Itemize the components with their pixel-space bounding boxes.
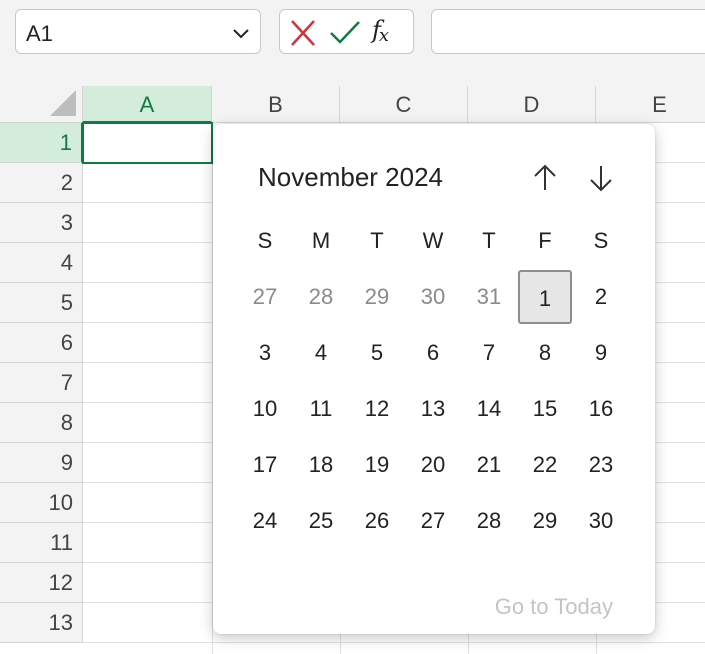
date-picker-popup: November 2024 Go to Today S M T W T F S 27 28 29 3…: [213, 124, 655, 634]
calendar-day[interactable]: 27: [238, 270, 292, 324]
weekday-header: S: [593, 228, 609, 253]
calendar-day[interactable]: 28: [462, 494, 516, 548]
row-header-9[interactable]: 9: [0, 443, 83, 483]
weekday-header: F: [538, 228, 552, 253]
row-header-13[interactable]: 13: [0, 603, 83, 643]
formula-buttons: fx: [279, 9, 414, 54]
name-box[interactable]: A1: [15, 9, 261, 54]
calendar-day[interactable]: 28: [294, 270, 348, 324]
calendar-day[interactable]: 20: [406, 438, 460, 492]
chevron-down-icon[interactable]: [230, 22, 252, 44]
month-title: November 2024: [258, 162, 443, 192]
calendar-day[interactable]: 27: [406, 494, 460, 548]
enter-checkmark-icon[interactable]: [328, 18, 362, 48]
go-to-today-link[interactable]: Go to Today: [495, 594, 613, 620]
row-header-3[interactable]: 3: [0, 203, 83, 243]
calendar-day[interactable]: 6: [406, 326, 460, 380]
row-header-2[interactable]: 2: [0, 163, 83, 203]
row-header-8[interactable]: 8: [0, 403, 83, 443]
row-header-5[interactable]: 5: [0, 283, 83, 323]
formula-bar: A1 fx: [0, 0, 705, 66]
row-gridline: [83, 642, 705, 643]
calendar-day[interactable]: 9: [574, 326, 628, 380]
calendar-day[interactable]: 17: [238, 438, 292, 492]
calendar-day[interactable]: 5: [350, 326, 404, 380]
select-all-corner[interactable]: [0, 86, 83, 123]
calendar-day[interactable]: 21: [462, 438, 516, 492]
calendar-day[interactable]: 2: [574, 270, 628, 324]
next-month-arrow-down-icon[interactable]: [583, 160, 619, 196]
row-header-7[interactable]: 7: [0, 363, 83, 403]
calendar-day[interactable]: 18: [294, 438, 348, 492]
cancel-icon[interactable]: [286, 18, 320, 48]
calendar-day[interactable]: 31: [462, 270, 516, 324]
calendar-day[interactable]: 29: [350, 270, 404, 324]
fx-icon-sub: x: [378, 25, 390, 46]
select-all-triangle-icon[interactable]: [50, 90, 76, 116]
calendar-day[interactable]: 23: [574, 438, 628, 492]
column-header-e[interactable]: E: [596, 86, 705, 123]
weekday-header: M: [311, 228, 331, 253]
calendar-day[interactable]: 15: [518, 382, 572, 436]
name-box-value: A1: [26, 21, 53, 46]
column-header-b[interactable]: B: [212, 86, 340, 123]
calendar-day[interactable]: 26: [350, 494, 404, 548]
calendar-day[interactable]: 16: [574, 382, 628, 436]
calendar-day[interactable]: 11: [294, 382, 348, 436]
calendar-day[interactable]: 29: [518, 494, 572, 548]
row-header-12[interactable]: 12: [0, 563, 83, 603]
weekday-header: T: [370, 228, 384, 253]
calendar-day[interactable]: 12: [350, 382, 404, 436]
calendar-day[interactable]: 14: [462, 382, 516, 436]
calendar-day[interactable]: 19: [350, 438, 404, 492]
calendar-day[interactable]: 10: [238, 382, 292, 436]
row-header-1[interactable]: 1: [0, 123, 83, 163]
weekday-header: S: [257, 228, 273, 253]
weekday-header: W: [422, 228, 444, 253]
calendar-day[interactable]: 22: [518, 438, 572, 492]
row-header-6[interactable]: 6: [0, 323, 83, 363]
calendar-day[interactable]: 13: [406, 382, 460, 436]
column-header-d[interactable]: D: [468, 86, 596, 123]
calendar-day[interactable]: 7: [462, 326, 516, 380]
row-header-11[interactable]: 11: [0, 523, 83, 563]
insert-function-button[interactable]: fx: [372, 16, 406, 46]
calendar-day[interactable]: 30: [574, 494, 628, 548]
weekday-header: T: [482, 228, 496, 253]
column-header-c[interactable]: C: [340, 86, 468, 123]
row-header-4[interactable]: 4: [0, 243, 83, 283]
row-header-10[interactable]: 10: [0, 483, 83, 523]
calendar-day[interactable]: 25: [294, 494, 348, 548]
calendar-day[interactable]: 3: [238, 326, 292, 380]
active-cell-a1[interactable]: [82, 122, 213, 164]
previous-month-arrow-up-icon[interactable]: [527, 160, 563, 196]
column-header-a[interactable]: A: [83, 86, 212, 123]
calendar-day[interactable]: 4: [294, 326, 348, 380]
formula-input[interactable]: [431, 9, 705, 54]
calendar-day-selected[interactable]: 1: [518, 270, 572, 324]
calendar-day[interactable]: 8: [518, 326, 572, 380]
calendar-day[interactable]: 24: [238, 494, 292, 548]
calendar-day[interactable]: 30: [406, 270, 460, 324]
